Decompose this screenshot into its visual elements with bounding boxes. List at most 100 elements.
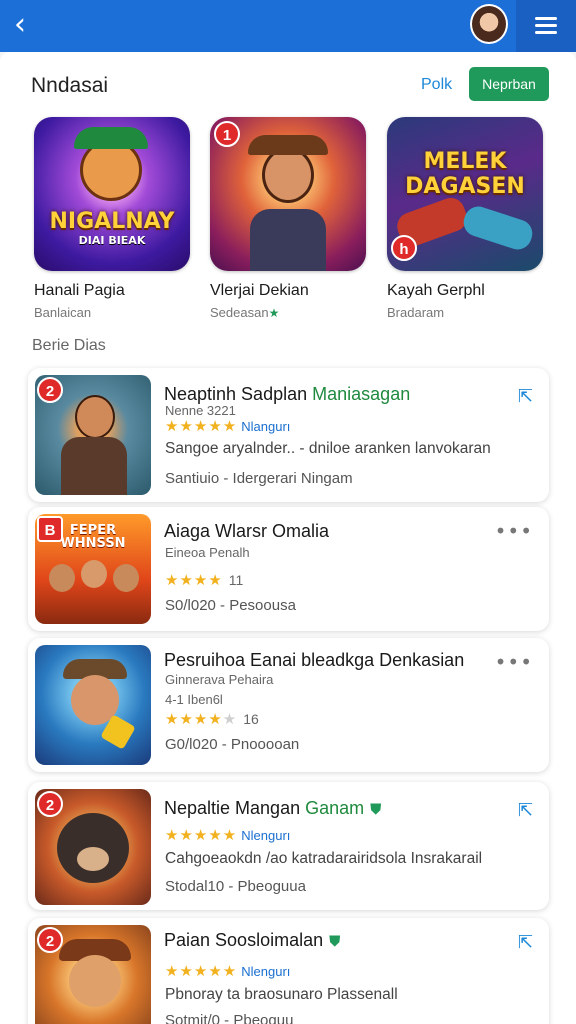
share-icon[interactable]: ⇱ [518, 932, 533, 953]
featured-thumbnail[interactable]: 1 [210, 117, 366, 271]
list-heading: Berie Dias [32, 337, 106, 354]
back-arrow-icon[interactable]: ‹ [14, 8, 50, 44]
app-developer: Eineoa Penalh [165, 545, 250, 560]
featured-subtitle: Sedeasan★ [210, 305, 279, 320]
featured-item[interactable]: MELEK DAGASEN h Kayah Gerphl Bradaram [387, 117, 543, 320]
app-footer: Stodal10 - Pbeoguua [165, 878, 306, 895]
rank-badge: 2 [37, 927, 63, 953]
character-hat [248, 135, 328, 155]
app-title-text: Nepaltie Mangan [164, 798, 301, 818]
shield-icon: ⛊ [329, 932, 341, 950]
featured-name: Kayah Gerphl [387, 282, 485, 299]
app-footer: Santiuio - Idergerari Ningam [165, 470, 353, 487]
more-dots-icon[interactable]: ••• [495, 519, 533, 543]
avatar[interactable] [470, 4, 508, 44]
app-title-text: Neaptinh Sadplan [164, 384, 308, 404]
list-item[interactable]: 2 Nepaltie Mangan Ganam ⛊ ★★★★★ Nlengurı C… [28, 782, 549, 910]
character-head [49, 564, 75, 592]
star-rating: ★★★★★ [165, 417, 238, 435]
primary-action-button[interactable]: Neprban [469, 67, 549, 101]
shield-icon: ⛊ [370, 800, 382, 818]
star-rating: ★★★★★ [165, 962, 238, 980]
featured-thumbnail[interactable]: MELEK DAGASEN h [387, 117, 543, 271]
character-body [61, 437, 127, 495]
star-rating: ★★★★★ [165, 710, 237, 728]
app-developer: Nenne 3221 [165, 403, 236, 418]
thumbnail-title: NIGALNAY [49, 209, 175, 234]
list-item[interactable]: 2 Paian Soosloimalan ⛊ ★★★★★ Nlengurı Pbno… [28, 918, 549, 1024]
app-thumbnail[interactable]: FEPER WHNSSN B [35, 514, 151, 624]
app-description: Sangoe aryalnder.. - dniloe aranken lanv… [165, 440, 491, 457]
brand-badge-icon: h [391, 235, 417, 261]
thumbnail-title: MELEK DAGASEN [405, 149, 525, 200]
rank-badge: B [37, 516, 63, 542]
app-developer: Ginnerava Pehaira [165, 672, 274, 687]
list-item[interactable]: 2 Neaptinh Sadplan Maniasagan Nenne 3221… [28, 368, 549, 502]
featured-subtitle: Bradaram [387, 305, 445, 320]
star-rating: ★★★★★ [165, 826, 238, 844]
rank-badge: 2 [37, 791, 63, 817]
character-head [75, 395, 115, 439]
app-description: Pbnoray ta braosunaro Plassenall [165, 986, 398, 1003]
app-title: Paian Soosloimalan ⛊ [164, 930, 340, 951]
star-rating: ★★★★ [165, 571, 223, 589]
rating-row: ★★★★ 11 [165, 571, 243, 589]
app-footer: Sotmit/0 - Pbeoguu [165, 1012, 294, 1024]
thumbnail-subtitle: DIAI BIEAK [78, 234, 146, 247]
character-head [81, 560, 107, 588]
share-icon[interactable]: ⇱ [518, 800, 533, 821]
stars-empty: ★ [222, 710, 238, 728]
app-footer: S0/l020 - Pesoousa [165, 597, 296, 614]
app-title-accent: Ganam [305, 798, 365, 818]
app-thumbnail[interactable] [35, 645, 151, 765]
app-thumbnail[interactable]: 2 [35, 925, 151, 1024]
app-title: Pesruihoa Eanai bleadkga Denkasian [164, 650, 465, 670]
more-link[interactable]: Polk [421, 76, 452, 94]
list-item[interactable]: Pesruihoa Eanai bleadkga Denkasian Ginne… [28, 638, 549, 772]
share-icon[interactable]: ⇱ [518, 386, 533, 407]
app-title: Neaptinh Sadplan Maniasagan [164, 384, 410, 405]
rank-badge: 1 [214, 121, 240, 147]
menu-line [535, 17, 557, 20]
app-description: Cahgoeaokdn /ao katradarairidsola Insrak… [165, 850, 483, 867]
featured-name: Hanali Pagia [34, 282, 125, 299]
featured-thumbnail[interactable]: NIGALNAY DIAI BIEAK [34, 117, 190, 271]
bear-muzzle [77, 847, 109, 871]
more-dots-icon[interactable]: ••• [495, 650, 533, 674]
category-tag: Nlengurı [241, 828, 291, 843]
section-title: Nndasai [31, 74, 109, 97]
featured-subtitle: Banlaican [34, 305, 92, 320]
app-thumbnail[interactable]: 2 [35, 375, 151, 495]
app-title: Aiaga Wlarsr Omalia [164, 521, 330, 541]
app-title-text: Paian Soosloimalan [164, 930, 324, 950]
app-meta-secondary: 4-1 Iben6l [165, 692, 223, 707]
rating-count: 11 [228, 572, 244, 588]
character-head [113, 564, 139, 592]
list-item[interactable]: FEPER WHNSSN B Aiaga Wlarsr Omalia Eineo… [28, 507, 549, 631]
verified-icon: ★ [268, 306, 280, 320]
rating-row: ★★★★★ 16 [165, 710, 259, 728]
app-title: Nepaltie Mangan Ganam ⛊ [164, 798, 381, 819]
featured-item[interactable]: 1 Vlerjai Dekian Sedeasan★ [210, 117, 366, 320]
rating-row: ★★★★★ Nlangurı [165, 417, 290, 435]
stars-filled: ★★★★ [165, 710, 223, 728]
category-tag: Nlangurı [241, 419, 291, 434]
featured-name: Vlerjai Dekian [210, 282, 309, 299]
character-head [69, 955, 121, 1007]
rating-row: ★★★★★ Nlengurı [165, 962, 290, 980]
top-app-bar: ‹ [0, 0, 576, 52]
menu-line [535, 31, 557, 34]
hamburger-menu-icon[interactable] [516, 0, 576, 52]
character-head [262, 147, 314, 203]
featured-subtitle-text: Sedeasan [210, 305, 269, 320]
rating-count: 16 [243, 711, 259, 727]
character-hat [74, 127, 148, 149]
category-tag: Nlengurı [241, 964, 291, 979]
app-footer: G0/l020 - Pnooooan [165, 736, 300, 753]
rank-badge: 2 [37, 377, 63, 403]
menu-line [535, 24, 557, 27]
app-title-accent: Maniasagan [312, 384, 411, 404]
featured-item[interactable]: NIGALNAY DIAI BIEAK Hanali Pagia Banlaic… [34, 117, 190, 320]
character-body [250, 209, 326, 271]
app-thumbnail[interactable]: 2 [35, 789, 151, 905]
